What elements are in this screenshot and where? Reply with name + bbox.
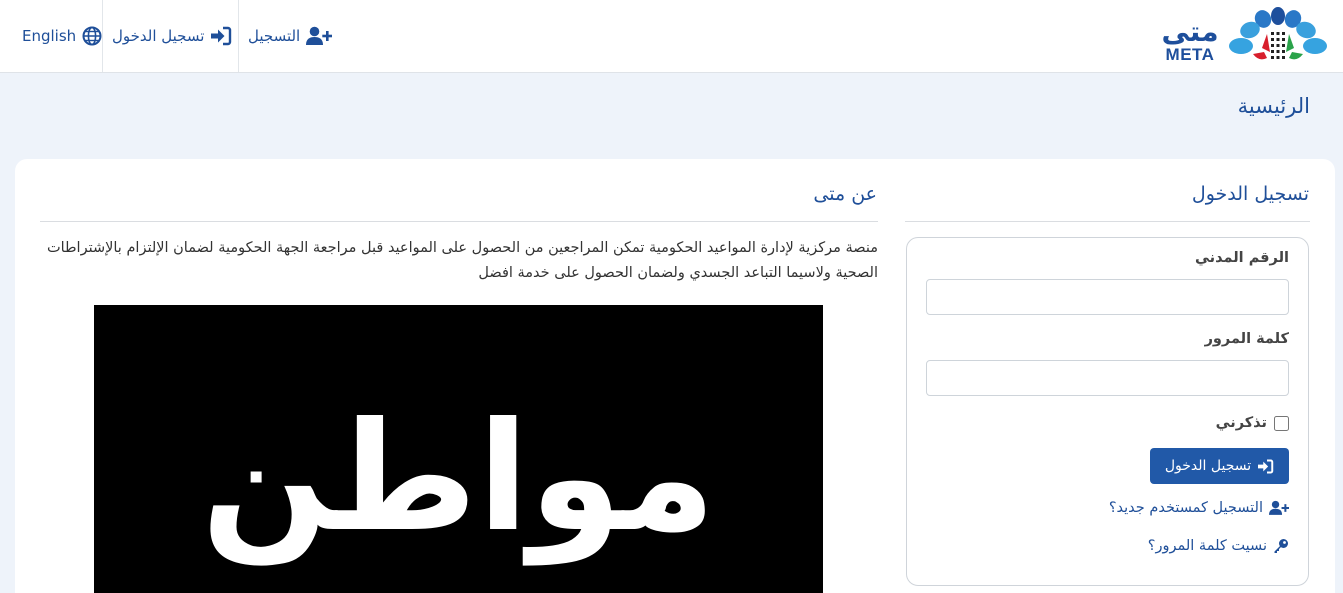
sign-in-icon xyxy=(211,26,232,46)
sign-in-icon xyxy=(1258,459,1274,473)
nav-register-label: التسجيل xyxy=(248,27,301,45)
register-new-user-label: التسجيل كمستخدم جديد؟ xyxy=(1108,500,1263,516)
login-title: تسجيل الدخول xyxy=(1191,183,1309,205)
language-label: English xyxy=(22,27,77,45)
login-submit-button[interactable]: تسجيل الدخول xyxy=(1150,448,1289,484)
promo-image: مواطن xyxy=(94,305,823,593)
remember-me-label: تذكرني xyxy=(1215,415,1267,431)
login-submit-label: تسجيل الدخول xyxy=(1164,458,1252,474)
nav-divider xyxy=(238,0,239,72)
page-title: الرئيسية xyxy=(1237,94,1310,118)
language-switch[interactable]: English xyxy=(14,0,110,72)
password-label: كلمة المرور xyxy=(1204,331,1289,347)
nav-register-link[interactable]: التسجيل xyxy=(240,0,340,72)
forgot-password-label: نسيت كلمة المرور؟ xyxy=(1147,538,1267,554)
user-plus-icon xyxy=(1269,500,1289,515)
user-plus-icon xyxy=(306,26,333,45)
forgot-password-link[interactable]: نسيت كلمة المرور؟ xyxy=(1148,538,1289,554)
globe-icon xyxy=(82,26,102,46)
key-icon xyxy=(1274,539,1288,553)
password-input[interactable] xyxy=(926,360,1289,396)
logo-english: META xyxy=(1165,45,1215,64)
logo-arabic: متى xyxy=(1161,15,1219,48)
top-navbar: English تسجيل الدخول التسجيل متى META xyxy=(0,0,1343,73)
meta-logo[interactable]: متى META xyxy=(1157,4,1333,68)
nav-login-label: تسجيل الدخول xyxy=(112,27,205,45)
civil-id-label: الرقم المدني xyxy=(1195,250,1289,266)
nav-login-link[interactable]: تسجيل الدخول xyxy=(104,0,240,72)
logo-emblem-icon xyxy=(1229,7,1327,60)
nav-divider xyxy=(102,0,103,72)
about-description: منصة مركزية لإدارة المواعيد الحكومية تمك… xyxy=(46,240,878,281)
remember-me-checkbox[interactable] xyxy=(1274,415,1289,431)
promo-word: مواطن xyxy=(201,391,716,565)
breadcrumb xyxy=(0,73,1343,144)
civil-id-input[interactable] xyxy=(926,279,1289,315)
register-new-user-link[interactable]: التسجيل كمستخدم جديد؟ xyxy=(1109,500,1289,516)
about-title: عن متى xyxy=(813,183,877,205)
remember-me[interactable]: تذكرني xyxy=(1216,412,1289,434)
login-divider xyxy=(905,221,1310,222)
logo-wordmark: متى META xyxy=(1157,15,1223,64)
about-divider xyxy=(40,221,878,222)
